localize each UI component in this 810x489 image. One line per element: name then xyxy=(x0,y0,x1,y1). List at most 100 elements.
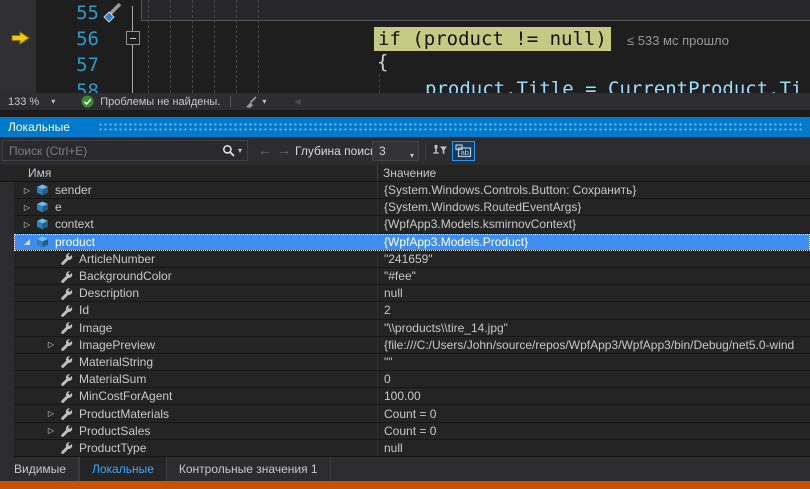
collapse-region-button[interactable] xyxy=(126,31,140,45)
table-row[interactable]: ▷ e {System.Windows.RoutedEventArgs} xyxy=(14,199,810,216)
table-row[interactable]: ◢ product {WpfApp3.Models.Product} xyxy=(14,234,810,251)
row-value-cell[interactable]: 100.00 xyxy=(377,388,810,404)
row-name-cell: ◢ product xyxy=(14,235,95,249)
row-value: Count = 0 xyxy=(384,407,436,421)
row-name: Id xyxy=(79,303,89,317)
row-value-cell[interactable]: 0 xyxy=(377,371,810,387)
table-row[interactable]: MinCostForAgent 100.00 xyxy=(14,388,810,405)
row-value: Count = 0 xyxy=(384,424,436,438)
locals-toolbar: ▾ ← → Глубина поиска: 3 ▾ ab xyxy=(0,137,810,165)
hscroll-left-arrow-icon[interactable]: ◀ xyxy=(294,97,300,106)
row-value-cell[interactable]: {file:///C:/Users/John/source/repos/WpfA… xyxy=(377,337,810,353)
row-name: Image xyxy=(79,321,112,335)
broom-icon[interactable] xyxy=(244,95,258,109)
row-name-cell: ProductType xyxy=(14,441,146,455)
column-resizer[interactable] xyxy=(377,165,378,181)
expander-icon[interactable]: ▷ xyxy=(44,426,58,435)
search-next-arrow-icon[interactable]: → xyxy=(277,141,291,159)
row-value: 0 xyxy=(384,372,391,386)
indent-guide xyxy=(148,0,149,93)
expander-icon[interactable]: ▷ xyxy=(44,409,58,418)
current-statement-highlight[interactable]: if (product != null) xyxy=(374,27,611,51)
row-name-cell: Image xyxy=(14,321,112,335)
row-value-cell[interactable]: {WpfApp3.Models.ksmirnovContext} xyxy=(377,216,810,232)
search-depth-select[interactable]: 3 ▾ xyxy=(372,141,419,161)
locals-left-margin xyxy=(0,165,14,457)
column-header-value[interactable]: Значение xyxy=(383,166,436,180)
health-indicator[interactable]: Проблемы не найдены. xyxy=(100,96,220,108)
chevron-down-icon[interactable]: ▾ xyxy=(262,97,266,106)
table-row[interactable]: Description null xyxy=(14,285,810,302)
chevron-down-icon: ▾ xyxy=(410,147,414,165)
table-row[interactable]: BackgroundColor "#fee" xyxy=(14,268,810,285)
row-value-cell[interactable]: null xyxy=(377,285,810,301)
row-value-cell[interactable]: "#fee" xyxy=(377,268,810,284)
row-value: null xyxy=(384,441,403,455)
row-value-cell[interactable]: Count = 0 xyxy=(377,405,810,421)
table-row[interactable]: ProductType null xyxy=(14,440,810,457)
window-tab[interactable]: Локальные xyxy=(79,457,167,481)
perf-tip[interactable]: ≤ 533 мс прошло xyxy=(627,33,729,48)
window-tab[interactable]: Видимые xyxy=(2,457,79,481)
column-header-name[interactable]: Имя xyxy=(28,166,51,180)
row-name: ArticleNumber xyxy=(79,252,155,266)
expander-icon[interactable]: ▷ xyxy=(44,340,58,349)
search-prev-arrow-icon[interactable]: ← xyxy=(258,141,272,159)
search-box[interactable]: ▾ xyxy=(2,140,248,161)
row-value-cell[interactable]: {System.Windows.RoutedEventArgs} xyxy=(377,199,810,215)
expander-icon[interactable]: ▷ xyxy=(20,220,34,229)
wrench-icon xyxy=(58,441,74,454)
cube-icon xyxy=(34,184,50,196)
row-value-cell[interactable]: "\\products\\tire_14.jpg" xyxy=(377,320,810,336)
window-tab-label: Контрольные значения 1 xyxy=(179,462,318,476)
table-row[interactable]: ▷ ProductSales Count = 0 xyxy=(14,423,810,440)
row-name-cell: ▷ e xyxy=(14,200,62,214)
table-row[interactable]: Image "\\products\\tire_14.jpg" xyxy=(14,320,810,337)
row-name: MinCostForAgent xyxy=(79,389,172,403)
row-value: {WpfApp3.Models.Product} xyxy=(384,235,528,249)
locals-rows: ▷ sender {System.Windows.Controls.Button… xyxy=(14,182,810,457)
editor-zoom-control[interactable]: 133 % xyxy=(8,96,39,108)
expander-icon[interactable]: ▷ xyxy=(20,186,34,195)
locals-grid-header: Имя Значение xyxy=(0,165,810,182)
expander-icon[interactable]: ▷ xyxy=(20,203,34,212)
row-name: Description xyxy=(79,286,139,300)
row-value-cell[interactable]: {System.Windows.Controls.Button: Сохрани… xyxy=(377,182,810,198)
code-line-58: product.Title = CurrentProduct.Ti xyxy=(425,78,803,93)
table-row[interactable]: Id 2 xyxy=(14,302,810,319)
table-row[interactable]: MaterialString "" xyxy=(14,354,810,371)
pin-filter-button[interactable] xyxy=(431,142,449,160)
row-value-cell[interactable]: "241659" xyxy=(377,251,810,267)
row-value-cell[interactable]: 2 xyxy=(377,302,810,318)
code-line-57: { xyxy=(377,51,388,73)
chevron-down-icon[interactable]: ▾ xyxy=(51,97,55,106)
row-value: "241659" xyxy=(384,252,433,266)
search-input[interactable] xyxy=(3,144,222,158)
cube-icon xyxy=(34,218,50,230)
row-value: {file:///C:/Users/John/source/repos/WpfA… xyxy=(384,338,794,352)
magnifier-icon[interactable] xyxy=(222,144,236,158)
table-row[interactable]: ▷ ProductMaterials Count = 0 xyxy=(14,405,810,422)
locals-title-bar[interactable]: Локальные xyxy=(0,117,810,137)
row-value-cell[interactable]: {WpfApp3.Models.Product} xyxy=(377,234,810,250)
line-numbers: 55 56 57 58 xyxy=(0,0,99,93)
chevron-down-icon[interactable]: ▾ xyxy=(238,146,242,155)
table-row[interactable]: ▷ sender {System.Windows.Controls.Button… xyxy=(14,182,810,199)
window-tab[interactable]: Контрольные значения 1 xyxy=(167,457,331,481)
current-statement-arrow-icon[interactable] xyxy=(11,31,30,45)
row-name-cell: MaterialString xyxy=(14,355,153,369)
table-row[interactable]: MaterialSum 0 xyxy=(14,371,810,388)
expander-icon[interactable]: ◢ xyxy=(20,237,34,246)
row-value-cell[interactable]: "" xyxy=(377,354,810,370)
table-row[interactable]: ▷ ImagePreview {file:///C:/Users/John/so… xyxy=(14,337,810,354)
row-name-cell: ▷ ImagePreview xyxy=(14,338,155,352)
text-format-box-button[interactable]: ab xyxy=(452,141,475,161)
row-name-cell: ▷ ProductSales xyxy=(14,424,150,438)
table-row[interactable]: ArticleNumber "241659" xyxy=(14,251,810,268)
wrench-icon xyxy=(58,390,74,403)
divider xyxy=(425,143,426,159)
row-value-cell[interactable]: null xyxy=(377,440,810,456)
row-value-cell[interactable]: Count = 0 xyxy=(377,423,810,439)
table-row[interactable]: ▷ context {WpfApp3.Models.ksmirnovContex… xyxy=(14,216,810,233)
row-name-cell: Id xyxy=(14,303,89,317)
